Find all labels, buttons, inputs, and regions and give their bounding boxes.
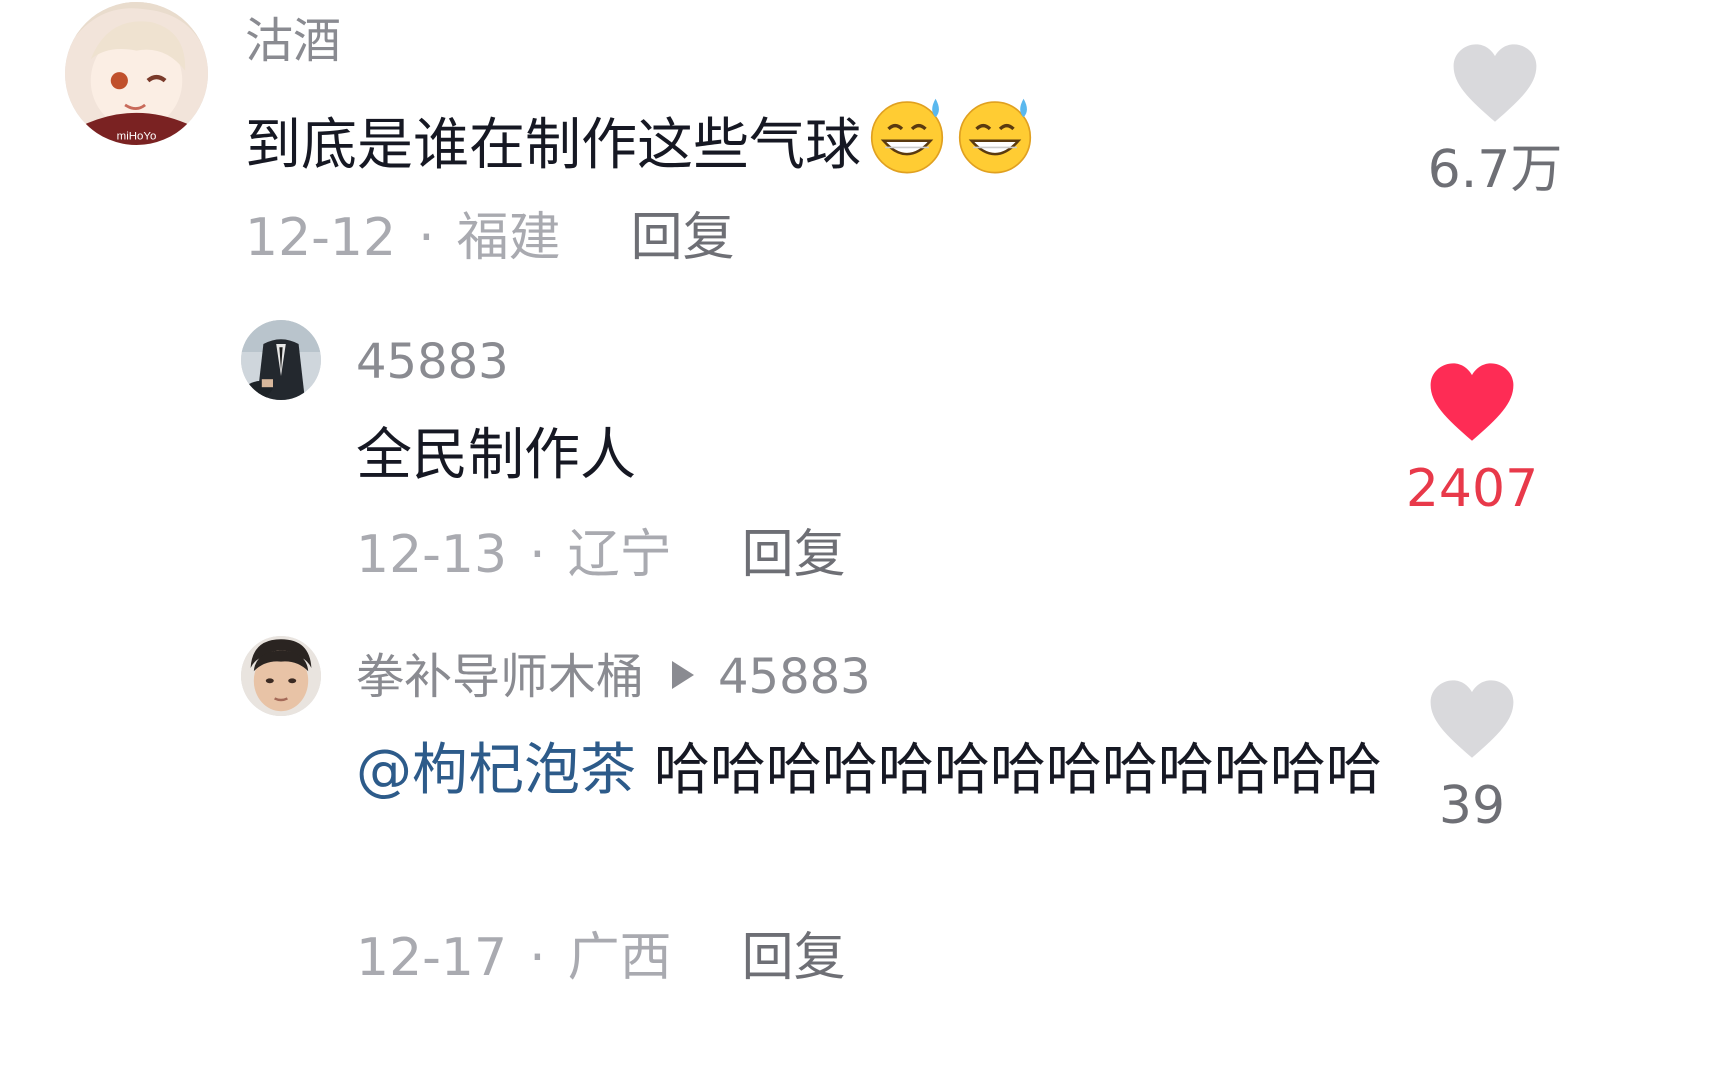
- separator-dot: ·: [529, 928, 546, 988]
- comment-body: 哈哈哈哈哈哈哈哈哈哈哈哈哈: [653, 738, 1382, 803]
- mention-link[interactable]: @枸杞泡茶: [356, 738, 636, 803]
- comment-username: 拳补导师木桶 45883: [356, 653, 871, 701]
- like-button[interactable]: 2407: [1402, 361, 1542, 515]
- like-count: 2407: [1405, 459, 1539, 519]
- reply-target-user[interactable]: 45883: [718, 649, 871, 705]
- comment-meta: 12-13 · 辽宁 回复: [356, 529, 846, 581]
- reply-button[interactable]: 回复: [742, 928, 846, 988]
- like-button[interactable]: 6.7万: [1425, 42, 1565, 196]
- avatar-image: miHoYo: [65, 2, 208, 145]
- sweat-grin-emoji-icon: [865, 92, 949, 176]
- comment-location: 广西: [567, 928, 672, 988]
- sweat-grin-emoji-icon: [953, 92, 1037, 176]
- comment-username[interactable]: 沽酒: [245, 17, 341, 65]
- comment-date: 12-12: [245, 208, 397, 268]
- comment-text: 全民制作人: [356, 423, 636, 488]
- reply-button[interactable]: 回复: [742, 525, 846, 585]
- comment-date: 12-17: [356, 928, 508, 988]
- reply-button[interactable]: 回复: [631, 208, 735, 268]
- comment-body: 到底是谁在制作这些气球: [245, 113, 861, 178]
- separator-dot: ·: [418, 208, 435, 268]
- heart-icon: [1430, 680, 1514, 758]
- comment-location: 辽宁: [567, 525, 672, 585]
- heart-icon: [1453, 44, 1537, 122]
- comment-meta: 12-17 · 广西 回复: [356, 932, 846, 984]
- avatar-image: [241, 636, 321, 716]
- comment-text: @枸杞泡茶 哈哈哈哈哈哈哈哈哈哈哈哈哈: [356, 728, 1386, 815]
- reply-author[interactable]: 拳补导师木桶: [356, 649, 644, 705]
- like-count: 6.7万: [1427, 140, 1563, 200]
- comment-date: 12-13: [356, 525, 508, 585]
- heart-icon: [1430, 363, 1514, 441]
- avatar-image: [241, 320, 321, 400]
- reply-arrow-icon: [672, 661, 695, 689]
- svg-text:miHoYo: miHoYo: [117, 130, 157, 142]
- like-count: 39: [1438, 776, 1506, 836]
- avatar[interactable]: [241, 320, 321, 400]
- avatar[interactable]: miHoYo: [65, 2, 208, 145]
- separator-dot: ·: [529, 525, 546, 585]
- comment-text: 到底是谁在制作这些气球: [245, 92, 1395, 190]
- comment-meta: 12-12 · 福建 回复: [245, 212, 735, 264]
- like-button[interactable]: 39: [1402, 678, 1542, 832]
- comment-location: 福建: [456, 208, 561, 268]
- comment-username[interactable]: 45883: [356, 338, 509, 386]
- avatar[interactable]: [241, 636, 321, 716]
